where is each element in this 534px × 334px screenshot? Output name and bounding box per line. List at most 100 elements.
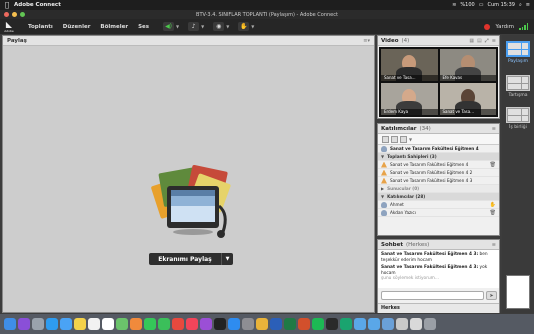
excel-icon[interactable] [284,318,296,330]
facetime-icon[interactable] [158,318,170,330]
status-icon[interactable] [400,135,407,143]
help-menu[interactable]: Yardım [495,24,514,30]
layout-discussion[interactable]: Tartışma [504,75,532,98]
presenter-row[interactable]: Sanat ve Tasarım Fakültesi Eğitmen 4 [378,145,499,153]
safari-icon[interactable] [46,318,58,330]
reminders-icon[interactable] [102,318,114,330]
folder-icon[interactable] [354,318,366,330]
webcam-control[interactable]: ◉ ▼ [213,22,229,31]
battery-percent[interactable]: %100 [460,2,474,8]
attendee-row[interactable]: Akdan Yazıcı 🗑 [378,209,499,217]
pod-options-icon[interactable]: ≡▾ [363,38,370,44]
spotify-icon[interactable] [312,318,324,330]
chevron-down-icon[interactable]: ▼ [226,24,229,29]
video-tile[interactable]: Sanat ve Tasa... [381,49,438,81]
fullscreen-icon[interactable]: ⤢ [485,38,489,44]
collapse-triangle-icon[interactable]: ▼ [381,194,384,199]
window-thumbnail-icon[interactable] [410,318,422,330]
chat-tab-everyone[interactable]: Herkes [378,303,499,313]
preview-icon[interactable] [382,318,394,330]
podcasts-icon[interactable] [200,318,212,330]
macos-menubar:  Adobe Connect ≋ %100 ▭ Cum 15:39 ⌕ ≡ [0,0,534,10]
section-presenters[interactable]: ▶ Sunucular (0) [378,185,499,193]
notes-icon[interactable] [74,318,86,330]
app-name-menu[interactable]: Adobe Connect [14,2,61,8]
recording-indicator-icon[interactable] [484,23,491,30]
collapse-triangle-icon[interactable]: ▼ [381,154,384,159]
mail-icon[interactable] [60,318,72,330]
document-thumbnail[interactable] [506,275,530,309]
chevron-down-icon[interactable]: ▼ [409,137,412,142]
chevron-down-icon[interactable]: ▼ [221,253,233,265]
share-my-screen-button[interactable]: Ekranımı Paylaş ▼ [149,253,233,265]
grid-view-icon[interactable]: ▦ [469,38,474,44]
powerpoint-icon[interactable] [298,318,310,330]
filmstrip-view-icon[interactable]: ▤ [477,38,482,44]
minimize-window-button[interactable] [12,12,17,17]
launchpad-icon[interactable] [32,318,44,330]
music-icon[interactable] [186,318,198,330]
apple-icon[interactable]:  [0,1,14,9]
trash-icon[interactable]: 🗑 [490,210,496,216]
window-thumbnail-icon[interactable] [396,318,408,330]
expand-triangle-icon[interactable]: ▶ [381,186,384,191]
breakout-view-icon[interactable] [391,135,398,143]
attendee-name: Akdan Yazıcı [390,210,416,215]
chevron-down-icon[interactable]: ▼ [251,24,254,29]
photos-icon[interactable] [130,318,142,330]
attendee-name: Sanat ve Tasarım Fakültesi Eğitmen 4 [390,162,469,167]
adobe-connect-icon[interactable] [340,318,352,330]
send-message-button[interactable]: ➤ [486,291,497,300]
pod-options-icon[interactable]: ≡ [492,38,496,44]
microphone-control[interactable]: ♪ ▼ [188,22,204,31]
attendee-row[interactable]: Sanat ve Tasarım Fakültesi Eğitmen 4 3 [378,177,499,185]
battery-icon[interactable]: ▭ [479,2,484,8]
attendee-row[interactable]: Sanat ve Tasarım Fakültesi Eğitmen 4 2 [378,169,499,177]
speaker-control[interactable]: ◀) ▼ [163,22,179,31]
terminal-icon[interactable] [326,318,338,330]
menu-audio[interactable]: Ses [138,24,149,30]
menu-layouts[interactable]: Düzenler [63,24,91,30]
chrome-icon[interactable] [256,318,268,330]
news-icon[interactable] [172,318,184,330]
app-store-icon[interactable] [228,318,240,330]
siri-icon[interactable] [18,318,30,330]
layout-sharing[interactable]: Paylaşım [504,41,532,64]
raise-hand-control[interactable]: ✋ ▼ [238,22,254,31]
list-view-icon[interactable] [382,135,389,143]
trash-icon[interactable]: 🗑 [490,162,496,168]
attendee-row[interactable]: Ahmet ✋ [378,201,499,209]
search-icon[interactable]: ⌕ [519,2,522,8]
chat-input[interactable] [381,291,484,300]
window-titlebar: BTV-3.4. SINIFLAR TOPLANTI (Paylaşım) - … [0,10,534,19]
menu-meeting[interactable]: Toplantı [28,24,53,30]
menu-pods[interactable]: Bölmeler [100,24,128,30]
close-window-button[interactable] [4,12,9,17]
trash-icon[interactable] [424,318,436,330]
video-tile[interactable]: Efe Kavas [439,49,496,81]
attendee-row[interactable]: Sanat ve Tasarım Fakültesi Eğitmen 4 🗑 [378,161,499,169]
control-center-icon[interactable]: ≡ [526,2,530,8]
section-hosts[interactable]: ▼ Toplantı Sahipleri (3) [378,153,499,161]
word-icon[interactable] [270,318,282,330]
menubar-clock[interactable]: Cum 15:39 [487,2,515,8]
maps-icon[interactable] [116,318,128,330]
tv-icon[interactable] [214,318,226,330]
microphone-icon: ♪ [188,22,200,31]
layout-label: İş birliği [509,125,527,130]
video-tile[interactable]: Sanat ve Tasa... [439,83,496,115]
folder-icon[interactable] [368,318,380,330]
settings-icon[interactable] [242,318,254,330]
messages-icon[interactable] [144,318,156,330]
pod-options-icon[interactable]: ≡ [492,242,496,248]
section-participants[interactable]: ▼ Katılımcılar (28) [378,193,499,201]
video-tile[interactable]: Erdem Kaya [381,83,438,115]
chevron-down-icon[interactable]: ▼ [201,24,204,29]
chevron-down-icon[interactable]: ▼ [176,24,179,29]
zoom-window-button[interactable] [20,12,25,17]
finder-icon[interactable] [4,318,16,330]
wifi-icon[interactable]: ≋ [452,2,456,8]
pod-options-icon[interactable]: ≡ [492,126,496,132]
calendar-icon[interactable] [88,318,100,330]
layout-collaboration[interactable]: İş birliği [504,107,532,130]
